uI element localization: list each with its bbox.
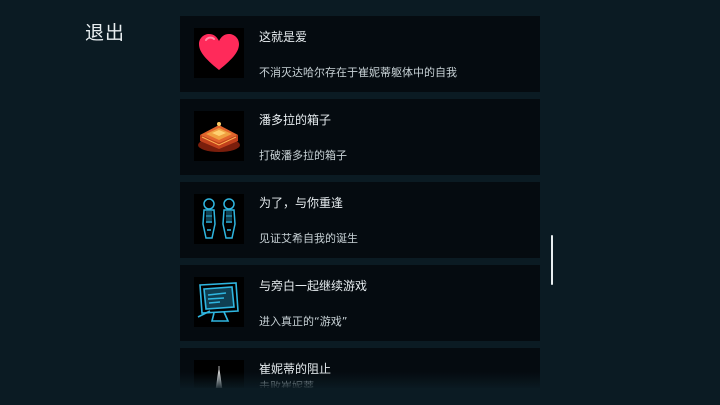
achievement-thumbnail <box>194 28 244 78</box>
achievement-list[interactable]: 这就是爱 不消灭达哈尔存在于崔妮蒂躯体中的自我 潘多拉的箱子 打破潘多拉的箱子 <box>180 16 540 388</box>
achievement-description: 见证艾希自我的诞生 <box>259 232 358 245</box>
achievement-thumbnail <box>194 360 244 388</box>
blade-icon <box>215 366 223 388</box>
achievements-screen: 退出 这就是爱 不消灭达哈尔存在于崔妮蒂躯体中的自我 潘多拉的箱子 打破潘多拉的… <box>0 0 720 405</box>
achievement-card[interactable]: 这就是爱 不消灭达哈尔存在于崔妮蒂躯体中的自我 <box>180 16 540 92</box>
achievement-title: 与旁白一起继续游戏 <box>259 279 368 293</box>
achievement-card[interactable]: 为了，与你重逢 见证艾希自我的诞生 <box>180 182 540 258</box>
exit-button[interactable]: 退出 <box>85 18 125 45</box>
achievement-title: 为了，与你重逢 <box>259 196 344 210</box>
achievement-title: 崔妮蒂的阻止 <box>259 362 332 376</box>
twin-figures-icon <box>202 198 236 239</box>
achievement-description: 进入真正的“游戏” <box>259 315 348 328</box>
achievement-card[interactable]: 与旁白一起继续游戏 进入真正的“游戏” <box>180 265 540 341</box>
achievement-description: 打破潘多拉的箱子 <box>259 149 347 162</box>
achievement-card[interactable]: 崔妮蒂的阻止 击败崔妮蒂 <box>180 348 540 388</box>
achievement-card[interactable]: 潘多拉的箱子 打破潘多拉的箱子 <box>180 99 540 175</box>
achievement-description: 击败崔妮蒂 <box>259 380 314 388</box>
heart-icon <box>199 34 239 70</box>
pandora-box-icon <box>198 122 240 152</box>
achievement-thumbnail <box>194 111 244 161</box>
achievement-title: 这就是爱 <box>259 30 308 44</box>
achievement-thumbnail <box>194 277 244 327</box>
achievement-thumbnail <box>194 194 244 244</box>
computer-monitor-icon <box>197 282 239 322</box>
achievement-description: 不消灭达哈尔存在于崔妮蒂躯体中的自我 <box>259 66 457 79</box>
achievement-title: 潘多拉的箱子 <box>259 113 332 127</box>
scrollbar-thumb[interactable] <box>551 235 553 285</box>
